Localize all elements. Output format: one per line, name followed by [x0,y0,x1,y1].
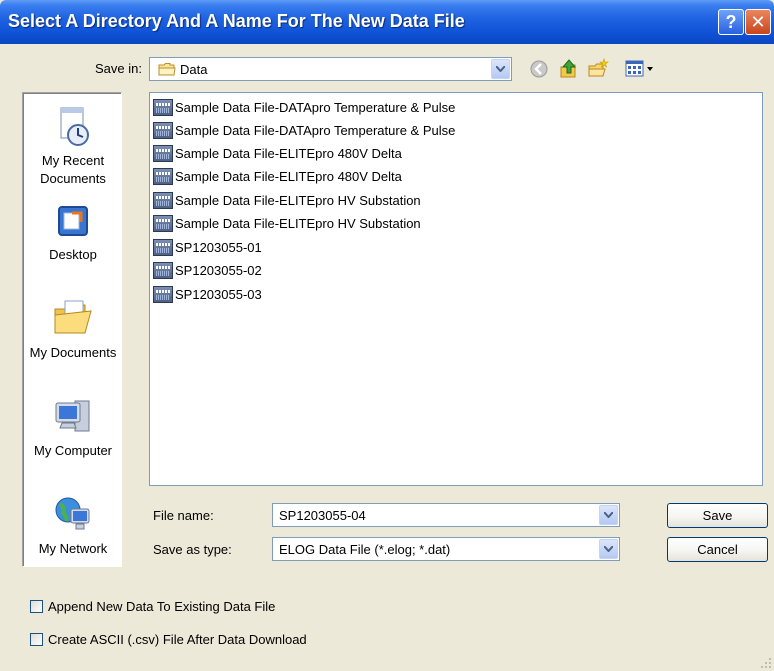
title-bar[interactable]: Select A Directory And A Name For The Ne… [0,0,774,44]
cancel-button[interactable]: Cancel [667,537,768,562]
save-in-value: Data [180,62,208,77]
file-name: Sample Data File-DATApro Temperature & P… [175,122,456,138]
save-in-combo[interactable]: Data [149,57,512,81]
new-folder-button[interactable] [586,57,610,81]
chevron-down-icon [604,512,613,518]
list-item[interactable]: Sample Data File-ELITEpro 480V Delta [153,165,402,187]
my-computer-icon [55,400,90,432]
new-folder-icon [588,58,609,77]
data-file-icon [153,167,173,185]
place-my-documents[interactable]: My Documents [23,297,123,362]
help-icon: ? [725,11,737,32]
file-name: Sample Data File-ELITEpro 480V Delta [175,145,402,161]
list-item[interactable]: SP1203055-03 [153,283,262,305]
data-file-icon [153,214,173,232]
file-name-value: SP1203055-04 [279,508,366,523]
close-icon: ✕ [750,11,766,32]
view-menu-button[interactable] [624,57,656,81]
place-label: My Documents [29,345,117,360]
up-folder-icon [560,59,577,78]
file-name-dropdown-button[interactable] [599,505,618,525]
place-my-network[interactable]: My Network [23,493,123,558]
close-button[interactable]: ✕ [745,9,771,35]
data-file-icon [153,144,173,162]
list-item[interactable]: Sample Data File-DATApro Temperature & P… [153,96,455,118]
list-item[interactable]: Sample Data File-DATApro Temperature & P… [153,119,455,141]
back-button[interactable] [527,57,551,81]
my-documents-icon [54,300,92,334]
ascii-option[interactable]: Create ASCII (.csv) File After Data Down… [30,632,307,647]
append-checkbox[interactable] [30,600,43,613]
append-label: Append New Data To Existing Data File [48,599,276,614]
file-name-label: File name: [153,508,214,523]
chevron-down-icon [496,66,505,72]
save-in-label: Save in: [95,61,142,76]
my-network-icon [55,497,90,530]
file-name-field[interactable]: SP1203055-04 [272,503,620,527]
list-item[interactable]: Sample Data File-ELITEpro 480V Delta [153,142,402,164]
window-title: Select A Directory And A Name For The Ne… [8,11,465,31]
save-as-type-value: ELOG Data File (*.elog; *.dat) [279,542,451,557]
data-file-icon [153,121,173,139]
file-name: SP1203055-01 [175,239,262,255]
file-name: SP1203055-02 [175,262,262,278]
ascii-checkbox[interactable] [30,633,43,646]
file-list[interactable]: Sample Data File-DATApro Temperature & P… [149,92,763,486]
place-label: My Computer [33,443,113,458]
place-label: My Network [38,541,108,556]
save-button[interactable]: Save [667,503,768,528]
save-as-type-label: Save as type: [153,542,232,557]
save-button-label: Save [702,508,733,523]
place-label: Desktop [49,247,97,262]
data-file-icon [153,261,173,279]
ascii-label: Create ASCII (.csv) File After Data Down… [48,632,307,647]
cancel-button-label: Cancel [697,542,738,557]
up-folder-button[interactable] [557,57,581,81]
data-file-icon [153,98,173,116]
file-name: Sample Data File-ELITEpro HV Substation [175,192,421,208]
data-file-icon [153,191,173,209]
help-button[interactable]: ? [718,9,744,35]
data-file-icon [153,238,173,256]
chevron-down-icon [604,546,613,552]
data-file-icon [153,285,173,303]
place-label: Documents [40,171,106,186]
file-name: Sample Data File-DATApro Temperature & P… [175,99,456,115]
view-menu-icon [625,60,653,77]
file-name: Sample Data File-ELITEpro HV Substation [175,215,421,231]
place-label: My Recent [41,153,105,168]
save-in-dropdown-button[interactable] [491,59,510,79]
file-name: Sample Data File-ELITEpro 480V Delta [175,168,402,184]
list-item[interactable]: SP1203055-01 [153,236,262,258]
resize-grip-icon[interactable] [760,657,772,669]
place-my-computer[interactable]: My Computer [23,395,123,460]
folder-icon [158,63,176,76]
back-icon [530,60,548,78]
list-item[interactable]: Sample Data File-ELITEpro HV Substation [153,212,421,234]
file-name: SP1203055-03 [175,286,262,302]
save-as-type-select[interactable]: ELOG Data File (*.elog; *.dat) [272,537,620,561]
list-item[interactable]: Sample Data File-ELITEpro HV Substation [153,189,421,211]
append-option[interactable]: Append New Data To Existing Data File [30,599,275,614]
place-desktop[interactable]: Desktop [23,203,123,264]
list-item[interactable]: SP1203055-02 [153,259,262,281]
recent-documents-icon [60,107,89,146]
desktop-icon [58,206,88,236]
place-my-recent-documents[interactable]: My Recent Documents [23,105,123,188]
save-as-type-dropdown-button[interactable] [599,539,618,559]
places-bar: My Recent Documents Desktop My Documents… [22,92,122,567]
